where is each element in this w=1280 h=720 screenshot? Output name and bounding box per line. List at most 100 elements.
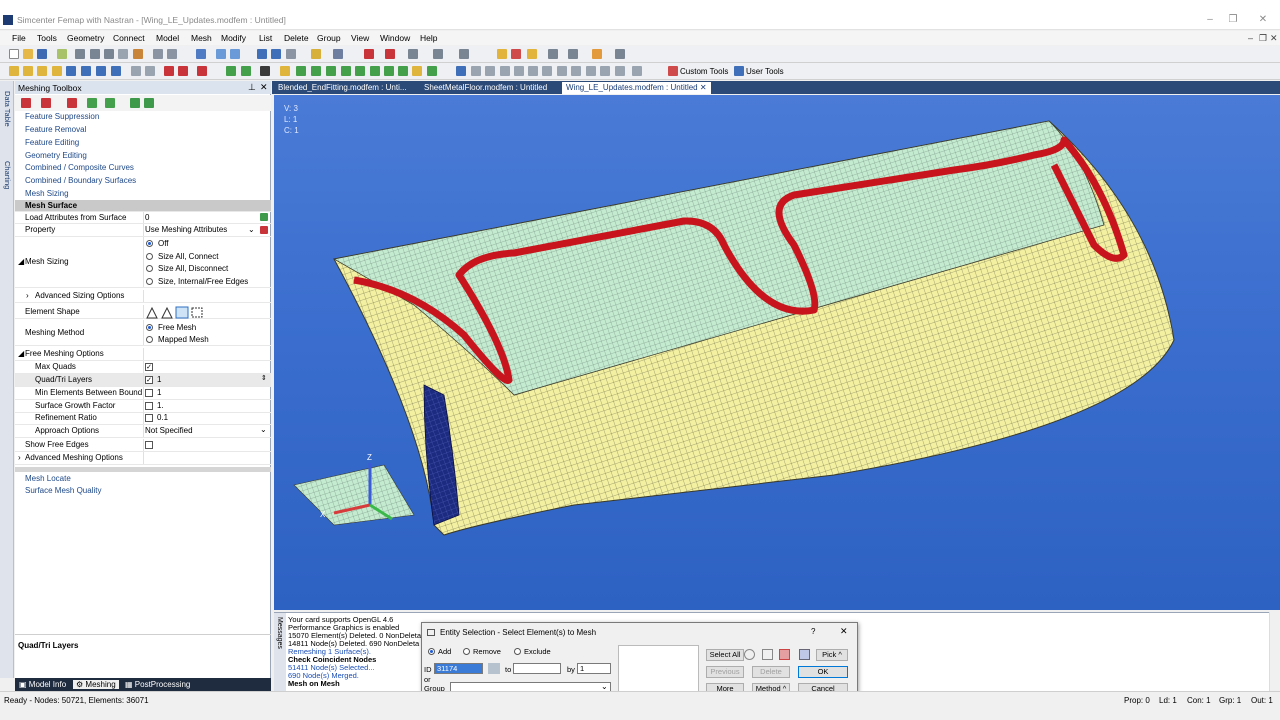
load-attributes-value[interactable]: 0 (145, 213, 149, 222)
doc-tab-wing[interactable]: Wing_LE_Updates.modfem : Untitled ✕ (562, 82, 711, 94)
highlight-icon[interactable] (779, 649, 790, 660)
scale-icon[interactable] (370, 66, 380, 76)
toolbox-filter-icon[interactable] (41, 98, 51, 108)
min-elements-checkbox[interactable] (145, 389, 153, 397)
by-input[interactable]: 1 (577, 663, 611, 674)
mode-exclude-radio[interactable] (514, 648, 521, 655)
menu-tools[interactable]: Tools (37, 33, 57, 43)
view-left-icon[interactable] (586, 66, 596, 76)
window-tile-icon[interactable] (568, 49, 578, 59)
print-icon[interactable] (167, 49, 177, 59)
translate-icon[interactable] (341, 66, 351, 76)
section-mesh-locate[interactable]: Mesh Locate (25, 474, 71, 483)
pick-icon[interactable] (385, 49, 395, 59)
settings-icon[interactable] (615, 49, 625, 59)
menu-window[interactable]: Window (380, 33, 410, 43)
previous-button[interactable]: Previous (706, 666, 744, 678)
select-all-button[interactable]: Select All (706, 649, 744, 661)
verify-icon[interactable] (311, 66, 321, 76)
tab-close-icon[interactable]: ✕ (700, 83, 707, 92)
expand-right-icon[interactable]: › (26, 291, 29, 300)
menu-model[interactable]: Model (156, 33, 179, 43)
rebuild-icon[interactable] (196, 49, 206, 59)
arrow-icon[interactable] (326, 66, 336, 76)
section-geometry-editing[interactable]: Geometry Editing (25, 151, 87, 160)
ok-button[interactable]: OK (798, 666, 848, 678)
toolbox-save-icon[interactable] (67, 98, 77, 108)
picture-icon[interactable] (133, 49, 143, 59)
mode-add-radio[interactable] (428, 648, 435, 655)
chevron-down-icon[interactable]: ⌄ (260, 425, 267, 434)
split-icon[interactable] (427, 66, 437, 76)
workplane-icon[interactable] (433, 49, 443, 59)
view-rotate-icon[interactable] (216, 49, 226, 59)
view-right-icon[interactable] (600, 66, 610, 76)
snap-icon[interactable] (408, 49, 418, 59)
new-property-icon[interactable] (260, 226, 268, 234)
status-grp[interactable]: Grp: 1 (1219, 696, 1241, 705)
dimension-icon[interactable] (456, 66, 466, 76)
messages-tab[interactable]: Messages (274, 613, 286, 692)
radio-off[interactable] (146, 240, 153, 247)
tab-model-info[interactable]: ▣ Model Info (19, 680, 66, 689)
quad-tri-layers-checkbox[interactable]: ✓ (145, 376, 153, 384)
element-shape-options[interactable] (146, 306, 206, 319)
options-icon[interactable] (632, 66, 642, 76)
dialog-help-button[interactable]: ? (811, 627, 815, 636)
show-free-edges-checkbox[interactable] (145, 441, 153, 449)
section-surface-mesh-quality[interactable]: Surface Mesh Quality (25, 486, 101, 495)
refinement-ratio-value[interactable]: 0.1 (157, 413, 168, 422)
mesh-control-icon[interactable] (81, 66, 91, 76)
check-icon[interactable] (296, 66, 306, 76)
undo-icon[interactable] (153, 49, 163, 59)
section-mesh-sizing[interactable]: Mesh Sizing (25, 189, 69, 198)
geometry-curve-icon[interactable] (23, 66, 33, 76)
quad-tri-layers-value[interactable]: 1 (157, 375, 161, 384)
tab-data-table[interactable]: Data Table (2, 91, 12, 127)
growth-factor-checkbox[interactable] (145, 402, 153, 410)
expand-arrow-icon[interactable]: ◢ (18, 257, 24, 266)
geometry-point-icon[interactable] (9, 66, 19, 76)
radio-free-mesh[interactable] (146, 324, 153, 331)
section-feature-editing[interactable]: Feature Editing (25, 138, 79, 147)
view-front-icon[interactable] (500, 66, 510, 76)
refinement-ratio-checkbox[interactable] (145, 414, 153, 422)
status-out[interactable]: Out: 1 (1251, 696, 1273, 705)
tree-icon[interactable] (271, 49, 281, 59)
measure-icon[interactable] (527, 49, 537, 59)
geometry-solid-icon[interactable] (52, 66, 62, 76)
globe-icon[interactable] (744, 649, 755, 660)
toolbox-collapse-icon[interactable] (105, 98, 115, 108)
close-button[interactable]: ✕ (1253, 14, 1273, 25)
property-icon[interactable] (131, 66, 141, 76)
toolbox-close-icon[interactable]: ✕ (260, 82, 268, 93)
constraint-icon[interactable] (178, 66, 188, 76)
tab-postprocessing[interactable]: ▦ PostProcessing (125, 680, 190, 689)
collapse-arrow-icon[interactable]: ◢ (18, 349, 24, 358)
doc-tab-blended[interactable]: Blended_EndFitting.modfem : Unti... (274, 82, 411, 94)
clipboard-icon[interactable] (118, 49, 128, 59)
rotate-icon[interactable] (355, 66, 365, 76)
radio-size-all-disconnect[interactable] (146, 265, 153, 272)
menu-view[interactable]: View (351, 33, 369, 43)
contour-icon[interactable] (260, 66, 270, 76)
menu-delete[interactable]: Delete (284, 33, 309, 43)
stop-icon[interactable] (364, 49, 374, 59)
menu-connect[interactable]: Connect (113, 33, 145, 43)
max-quads-checkbox[interactable]: ✓ (145, 363, 153, 371)
section-combined-surfaces[interactable]: Combined / Boundary Surfaces (25, 176, 136, 185)
layout-icon[interactable] (548, 49, 558, 59)
post-icon[interactable] (226, 66, 236, 76)
id-input[interactable]: 31174 (434, 663, 483, 674)
zoom-icon[interactable] (762, 649, 773, 660)
mode-remove-radio[interactable] (463, 648, 470, 655)
mirror-icon[interactable] (384, 66, 394, 76)
maximize-button[interactable]: ❐ (1223, 14, 1243, 25)
to-input[interactable] (513, 663, 561, 674)
box-icon[interactable] (286, 49, 296, 59)
view-autoscale-icon[interactable] (230, 49, 240, 59)
toolbox-refresh-icon[interactable] (130, 98, 140, 108)
new-file-icon[interactable] (9, 49, 19, 59)
list-icon[interactable] (257, 49, 267, 59)
dialog-close-icon[interactable]: ✕ (840, 626, 848, 637)
